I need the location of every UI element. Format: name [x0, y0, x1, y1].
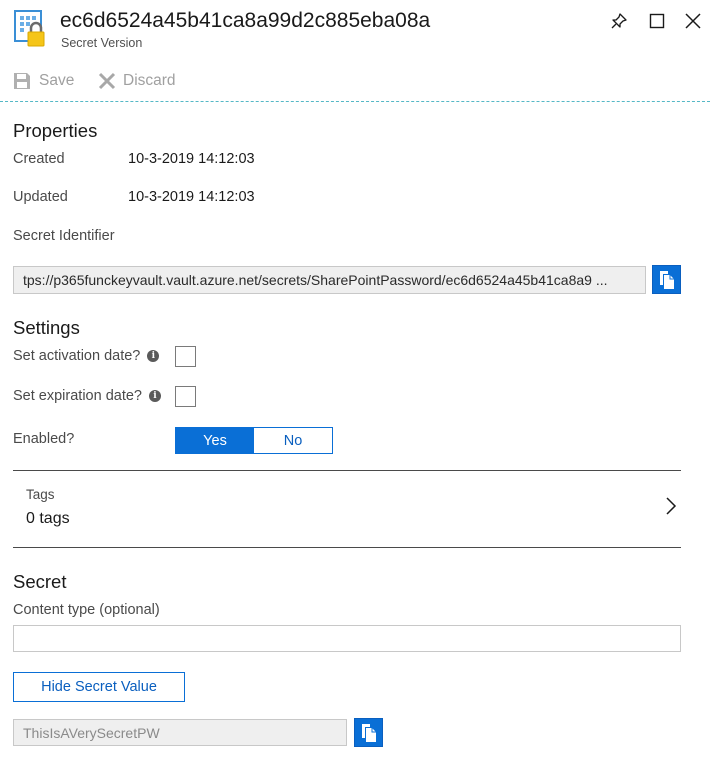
chevron-right-icon	[665, 496, 677, 521]
secret-identifier-label: Secret Identifier	[13, 228, 115, 244]
key-vault-secret-icon	[14, 10, 48, 48]
secret-identifier-value: tps://p365funckeyvault.vault.azure.net/s…	[23, 272, 608, 288]
secret-identifier-field[interactable]: tps://p365funckeyvault.vault.azure.net/s…	[13, 266, 646, 294]
updated-value: 10-3-2019 14:12:03	[128, 189, 255, 205]
activation-label: Set activation date?	[13, 348, 141, 364]
pin-icon[interactable]	[608, 10, 630, 32]
content-type-label: Content type (optional)	[13, 602, 160, 618]
info-icon: i	[148, 390, 161, 402]
secret-value: ThisIsAVerySecretPW	[23, 724, 160, 741]
created-label: Created	[13, 151, 65, 167]
enabled-label: Enabled?	[13, 431, 75, 447]
expiration-label: Set expiration date?	[13, 388, 142, 404]
tags-label: Tags	[26, 487, 55, 502]
copy-icon	[361, 723, 376, 742]
copy-secret-button[interactable]	[354, 718, 383, 747]
enabled-yes-option[interactable]: Yes	[176, 428, 254, 453]
save-label: Save	[39, 72, 75, 89]
discard-label: Discard	[123, 72, 176, 89]
enabled-no-option[interactable]: No	[254, 428, 332, 453]
hide-secret-value-button[interactable]: Hide Secret Value	[13, 672, 185, 702]
divider	[13, 547, 681, 548]
discard-icon	[98, 72, 116, 90]
expiration-row: Set expiration date? i	[13, 388, 161, 404]
properties-heading: Properties	[13, 120, 98, 141]
save-icon	[14, 73, 30, 89]
created-value: 10-3-2019 14:12:03	[128, 151, 255, 167]
secret-heading: Secret	[13, 571, 67, 592]
copy-icon	[659, 270, 674, 289]
updated-label: Updated	[13, 189, 68, 205]
info-icon: i	[147, 350, 160, 362]
close-icon[interactable]	[682, 10, 704, 32]
page-subtitle: Secret Version	[61, 36, 143, 50]
save-button[interactable]: Save	[12, 69, 74, 93]
tags-row[interactable]: Tags 0 tags	[13, 471, 681, 547]
blade-header: ec6d6524a45b41ca8a99d2c885eba08a Secret …	[0, 0, 710, 60]
content-type-input[interactable]	[13, 625, 681, 652]
expiration-date-checkbox[interactable]	[175, 386, 196, 407]
command-bar: Save Discard	[0, 62, 710, 102]
secret-value-field[interactable]: ThisIsAVerySecretPW	[13, 719, 347, 746]
discard-button[interactable]: Discard	[98, 69, 176, 93]
activation-date-checkbox[interactable]	[175, 346, 196, 367]
activation-row: Set activation date? i	[13, 348, 160, 364]
page-title: ec6d6524a45b41ca8a99d2c885eba08a	[60, 9, 431, 32]
maximize-icon[interactable]	[646, 10, 668, 32]
settings-heading: Settings	[13, 317, 80, 338]
copy-identifier-button[interactable]	[652, 265, 681, 294]
tags-count: 0 tags	[26, 510, 70, 527]
enabled-toggle: Yes No	[175, 427, 333, 454]
